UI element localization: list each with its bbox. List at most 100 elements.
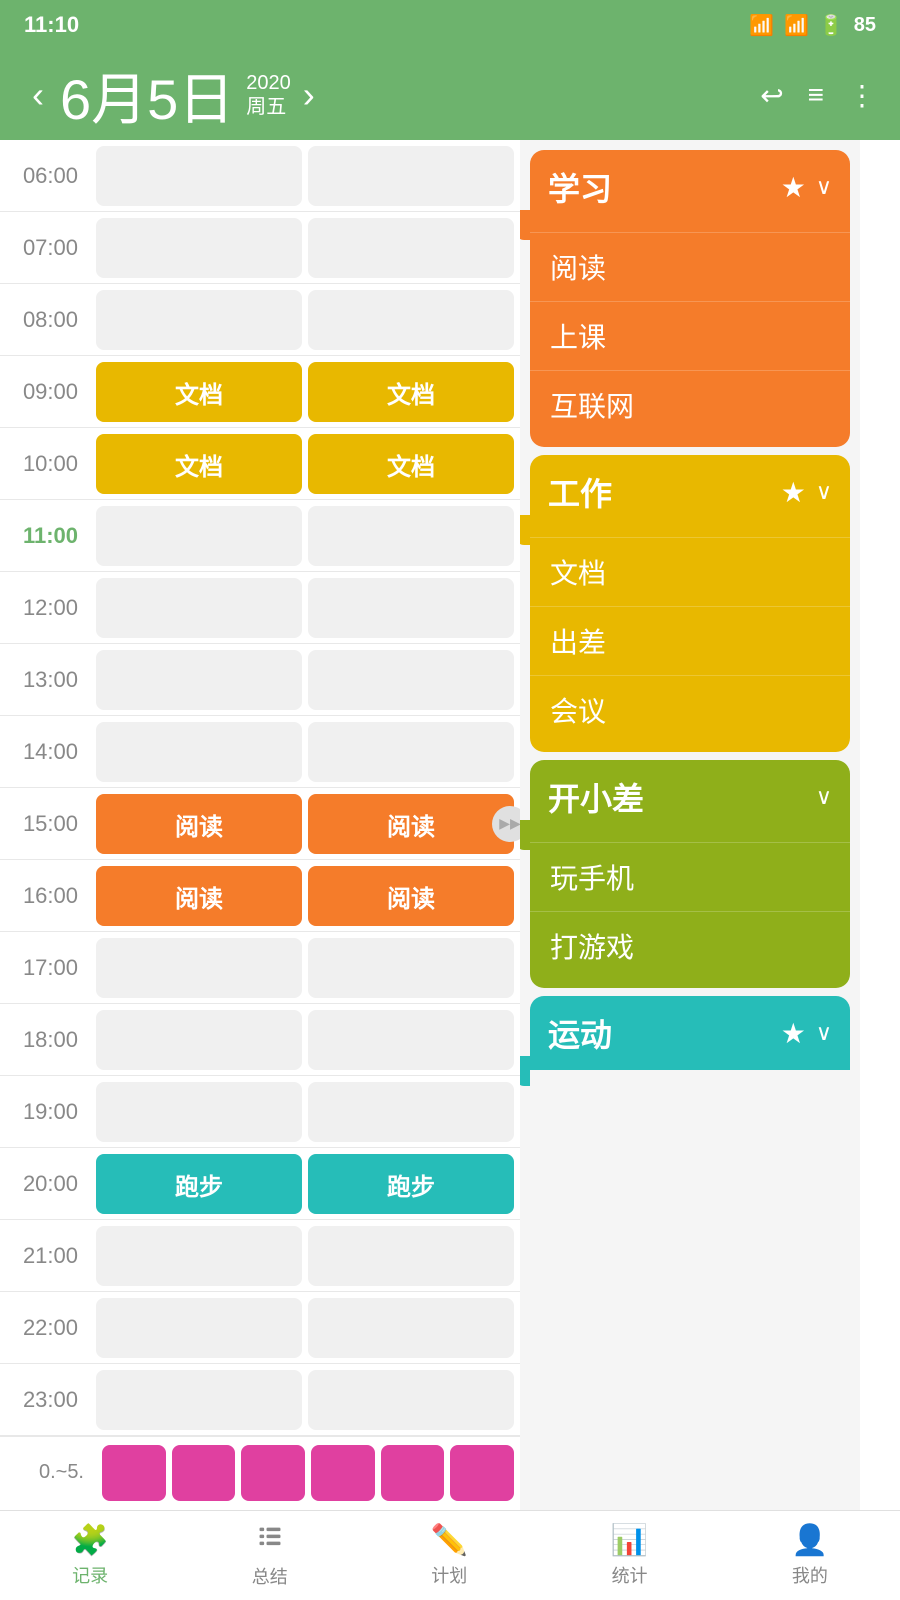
time-row: 07:00 [0,212,520,284]
mine-icon: 👤 [791,1523,828,1558]
time-cell[interactable] [308,1082,514,1142]
category-item[interactable]: 玩手机 [530,842,850,911]
time-cell[interactable] [96,722,302,782]
time-cell[interactable] [308,1298,514,1358]
chevron-down-icon[interactable]: ∨ [816,1020,832,1046]
category-header[interactable]: 开小差∨ [530,760,850,834]
time-row: 20:00跑步跑步 [0,1148,520,1220]
timeline-scroll[interactable]: 06:0007:0008:0009:00文档文档10:00文档文档11:0012… [0,140,520,1510]
time-cell[interactable] [308,146,514,206]
time-cell[interactable] [96,1010,302,1070]
star-icon[interactable]: ★ [781,476,806,509]
category-notch [520,210,530,240]
stats-icon: 📊 [611,1523,648,1558]
category-item[interactable]: 互联网 [530,370,850,439]
time-cell[interactable]: 跑步 [96,1154,302,1214]
chevron-down-icon[interactable]: ∨ [816,174,832,200]
category-icons: ★∨ [781,1017,832,1050]
time-cell[interactable]: 阅读 [308,866,514,926]
pink-cell[interactable] [172,1445,236,1501]
nav-record[interactable]: 🧩 记录 [71,1523,108,1588]
time-cell[interactable]: 阅读 [308,794,514,854]
time-cell[interactable] [96,506,302,566]
time-cell[interactable] [308,938,514,998]
category-item[interactable]: 会议 [530,675,850,744]
time-cell[interactable] [308,650,514,710]
more-button[interactable]: ⋮ [848,79,876,112]
nav-mine[interactable]: 👤 我的 [791,1523,828,1588]
time-cell[interactable]: 文档 [96,434,302,494]
time-cell[interactable] [96,578,302,638]
weekday-label: 周五 [246,95,291,119]
category-header[interactable]: 运动★∨ [530,996,850,1070]
time-cells [90,1004,520,1075]
time-cell[interactable] [308,722,514,782]
category-item[interactable]: 打游戏 [530,911,850,980]
category-item[interactable]: 文档 [530,537,850,606]
time-row: 08:00 [0,284,520,356]
time-cell[interactable] [96,218,302,278]
time-cell[interactable]: 文档 [96,362,302,422]
time-cell[interactable] [96,938,302,998]
menu-button[interactable]: ≡ [808,79,824,111]
time-cell[interactable] [308,290,514,350]
time-cell[interactable] [308,1370,514,1430]
pink-cell[interactable] [450,1445,514,1501]
category-header[interactable]: 学习★∨ [530,150,850,224]
mine-label: 我的 [792,1562,828,1588]
time-cell[interactable] [96,1226,302,1286]
category-header[interactable]: 工作 ★ ∨ [530,455,850,529]
plan-label: 计划 [431,1562,467,1588]
time-cell[interactable] [96,1082,302,1142]
category-notch [520,1056,530,1086]
time-cell[interactable] [96,146,302,206]
time-cell[interactable]: 文档 [308,434,514,494]
category-item[interactable]: 出差 [530,606,850,675]
star-icon[interactable]: ★ [781,171,806,204]
chevron-down-icon[interactable]: ∨ [816,784,832,810]
time-cell[interactable] [308,1010,514,1070]
time-row: 22:00 [0,1292,520,1364]
nav-stats[interactable]: 📊 统计 [611,1523,648,1588]
time-cell[interactable] [308,578,514,638]
pink-cell[interactable] [241,1445,305,1501]
nav-summary[interactable]: 总结 [252,1523,288,1589]
bottom-row: 0.~5. [0,1436,520,1508]
time-label: 09:00 [0,379,90,405]
pink-cell[interactable] [311,1445,375,1501]
time-label: 15:00 [0,811,90,837]
prev-day-button[interactable]: ‹ [24,74,52,116]
category-item[interactable]: 阅读 [530,232,850,301]
time-cell[interactable] [96,290,302,350]
nav-plan[interactable]: ✏️ 计划 [431,1523,468,1588]
chevron-down-icon[interactable]: ∨ [816,479,832,505]
time-cell[interactable] [308,218,514,278]
time-label: 11:00 [0,523,90,549]
time-cell[interactable]: 阅读 [96,866,302,926]
undo-button[interactable]: ↩ [760,79,783,112]
time-row: 10:00文档文档 [0,428,520,500]
time-cell[interactable]: 跑步 [308,1154,514,1214]
time-cells [90,284,520,355]
category-title: 工作 [548,469,612,515]
time-cell[interactable]: 文档 [308,362,514,422]
time-cell[interactable] [308,506,514,566]
next-day-button[interactable]: › [295,74,323,116]
battery-icon: 🔋 [819,13,844,38]
time-cells: 阅读阅读 [90,860,520,931]
status-time: 11:10 [24,12,79,38]
time-cell[interactable] [96,650,302,710]
star-icon[interactable]: ★ [781,1017,806,1050]
time-cell[interactable]: 阅读 [96,794,302,854]
expand-button[interactable]: ▶▶ [492,806,520,842]
pink-cell[interactable] [381,1445,445,1501]
date-info: 2020 周五 [246,71,291,119]
time-cell[interactable] [96,1298,302,1358]
category-items: 玩手机打游戏 [530,834,850,988]
time-cell[interactable] [96,1370,302,1430]
time-cell[interactable] [308,1226,514,1286]
time-label: 20:00 [0,1171,90,1197]
pink-cell[interactable] [102,1445,166,1501]
category-item[interactable]: 上课 [530,301,850,370]
timeline-wrapper: 06:0007:0008:0009:00文档文档10:00文档文档11:0012… [0,140,520,1510]
